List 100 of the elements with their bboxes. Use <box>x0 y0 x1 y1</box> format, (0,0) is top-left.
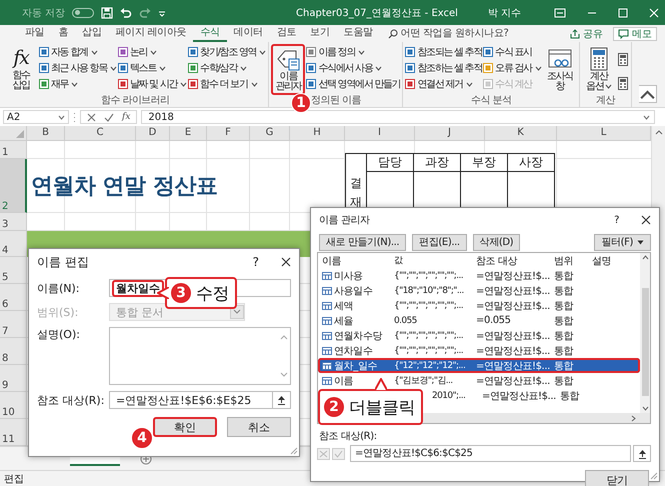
scroll-up-icon[interactable] <box>654 129 662 135</box>
dialog-button[interactable]: 편집(E)... <box>412 234 467 250</box>
column-header[interactable]: E <box>170 126 207 141</box>
ribbon-button[interactable]: 오류 검사 <box>483 61 542 75</box>
ribbon-button[interactable]: 참조되는 셀 추적 <box>405 45 482 59</box>
caret-icon[interactable] <box>71 82 78 86</box>
close-icon[interactable] <box>281 257 291 267</box>
close-button[interactable]: 닫기 <box>585 470 649 486</box>
column-header[interactable]: I <box>345 126 415 141</box>
memo-button[interactable]: 메모 <box>613 26 657 40</box>
ribbon-button[interactable]: 함수 더 보기 <box>188 77 266 91</box>
caret-icon[interactable] <box>150 50 158 54</box>
scroll-up-icon[interactable] <box>642 255 648 260</box>
collapse-ribbon-icon[interactable] <box>639 85 657 103</box>
filter-button[interactable]: 필터(F) <box>594 234 651 250</box>
maximize-icon[interactable] <box>618 8 628 18</box>
collapse-dialog-button[interactable] <box>273 391 291 409</box>
caret-icon[interactable] <box>110 66 117 70</box>
resize-grip-icon[interactable] <box>290 447 298 455</box>
ribbon-button[interactable]: 이름 정의 <box>306 45 400 59</box>
caret-icon[interactable] <box>643 114 650 120</box>
caret-icon[interactable] <box>90 50 98 54</box>
ribbon-button[interactable]: 조사식 창 <box>542 44 577 95</box>
column-header[interactable]: J <box>415 126 485 141</box>
autosave-toggle[interactable] <box>72 8 94 18</box>
calculate-button[interactable] <box>616 75 629 91</box>
dialog-button[interactable]: 삭제(D) <box>472 234 520 250</box>
ribbon-button[interactable]: 연결선 제거 <box>405 77 482 91</box>
column-header[interactable]: G <box>250 126 290 141</box>
ribbon-tab[interactable]: 페이지 레이아웃 <box>108 25 194 42</box>
ribbon-button[interactable]: 텍스트 <box>118 61 188 75</box>
dialog-button[interactable]: 새로 만들기(N)... <box>319 234 406 250</box>
column-header[interactable]: D <box>136 126 170 141</box>
share-button[interactable]: 공유 <box>566 26 607 40</box>
resize-grip-icon[interactable] <box>650 472 658 480</box>
list-row[interactable]: 세액 {"";"";"";"";"";"";... =연말정산표!$... 통합 <box>318 298 640 313</box>
name-box[interactable]: A2 <box>3 110 69 124</box>
column-header[interactable]: 설명 <box>588 254 628 268</box>
column-header[interactable]: K <box>485 126 557 141</box>
insert-function-button[interactable]: fx <box>122 112 130 122</box>
reference-field[interactable]: =연말정산표!$E$6:$E$25 <box>109 391 273 409</box>
ribbon-button[interactable]: 수식에서 사용 <box>306 61 400 75</box>
help-button[interactable]: ? <box>614 214 619 226</box>
save-icon[interactable] <box>101 6 114 18</box>
cancel-icon[interactable] <box>87 112 96 122</box>
ribbon-tab[interactable]: 데이터 <box>226 25 270 42</box>
tell-me-field[interactable]: 어떤 작업을 원하시나요? <box>400 28 551 39</box>
list-row[interactable]: 월차_일수 {"12";"12";"12";... =연말정산표!$... 통합 <box>318 358 640 373</box>
check-icon[interactable] <box>332 448 345 460</box>
vertical-scrollbar[interactable] <box>640 253 650 413</box>
row-header[interactable]: 1 <box>0 141 27 159</box>
row-header[interactable]: 7 <box>0 311 27 338</box>
ribbon-button[interactable]: 재무 <box>39 77 117 91</box>
caret-icon[interactable] <box>250 82 258 86</box>
list-row[interactable]: 세율 0.055 =0.055 통합 <box>318 313 640 328</box>
caret-icon[interactable] <box>180 82 188 86</box>
scroll-down-icon[interactable] <box>642 406 648 411</box>
ribbon-button[interactable]: 수학/삼각 <box>188 61 266 75</box>
column-header[interactable]: C <box>65 126 136 141</box>
column-header[interactable]: H <box>290 126 345 141</box>
caret-icon[interactable] <box>58 114 65 120</box>
column-header[interactable]: 범위 <box>550 254 588 268</box>
caret-icon[interactable] <box>259 50 266 54</box>
list-row[interactable]: 이름 {"김보경";"김... =연말정산표!$... 통합 <box>318 373 640 388</box>
close-icon[interactable] <box>641 215 651 225</box>
ribbon-button[interactable]: 계산 옵션 <box>582 44 616 95</box>
collapse-dialog-button[interactable] <box>633 445 651 462</box>
row-header[interactable]: 11 <box>0 419 27 446</box>
row-header[interactable]: 5 <box>0 257 27 284</box>
row-header[interactable]: 2 <box>0 159 27 213</box>
caret-icon[interactable] <box>375 66 382 70</box>
reference-field[interactable]: =연말정산표!$C$6:$C$25 <box>350 445 631 462</box>
ribbon-display-icon[interactable] <box>554 8 566 18</box>
list-row[interactable]: 연월차수당 {"";"";"";"";"";"";... =연말정산표!$... 통합 <box>318 328 640 343</box>
ribbon-button[interactable]: fx 함수 삽입 <box>4 44 38 95</box>
caret-icon[interactable] <box>466 82 473 86</box>
row-header[interactable]: 8 <box>0 338 27 365</box>
caret-icon[interactable] <box>358 50 366 54</box>
help-button[interactable]: ? <box>252 255 259 269</box>
ribbon-tab[interactable]: 보기 <box>303 25 337 42</box>
list-row[interactable]: 미사용 {"";"";"";"";"";"";... =연말정산표!$... 통합 <box>318 268 640 283</box>
calculate-button[interactable] <box>616 51 629 67</box>
ribbon-button[interactable]: 수식 표시 <box>483 45 542 59</box>
ribbon-button[interactable]: 논리 <box>118 45 188 59</box>
ribbon-button[interactable]: 자동 합계 <box>39 45 117 59</box>
ribbon-tab[interactable]: 파일 <box>18 25 52 42</box>
ribbon-button[interactable]: 최근 사용 항목 <box>39 61 117 75</box>
list-row[interactable]: 2010";... =연말정산표!$... 통합 <box>430 388 640 403</box>
column-header[interactable]: 이름 <box>318 254 390 268</box>
row-header[interactable]: 3 <box>0 213 27 231</box>
column-header[interactable]: 참조 대상 <box>472 254 550 268</box>
undo-icon[interactable] <box>120 6 132 18</box>
row-header[interactable]: 10 <box>0 392 27 419</box>
caret-icon[interactable] <box>240 66 248 70</box>
row-header[interactable]: 9 <box>0 365 27 392</box>
column-header[interactable]: L <box>557 126 651 141</box>
row-header[interactable]: 4 <box>0 231 27 257</box>
column-header[interactable]: F <box>207 126 250 141</box>
ribbon-tab[interactable]: 도움말 <box>336 25 380 42</box>
caret-icon[interactable] <box>534 66 542 70</box>
